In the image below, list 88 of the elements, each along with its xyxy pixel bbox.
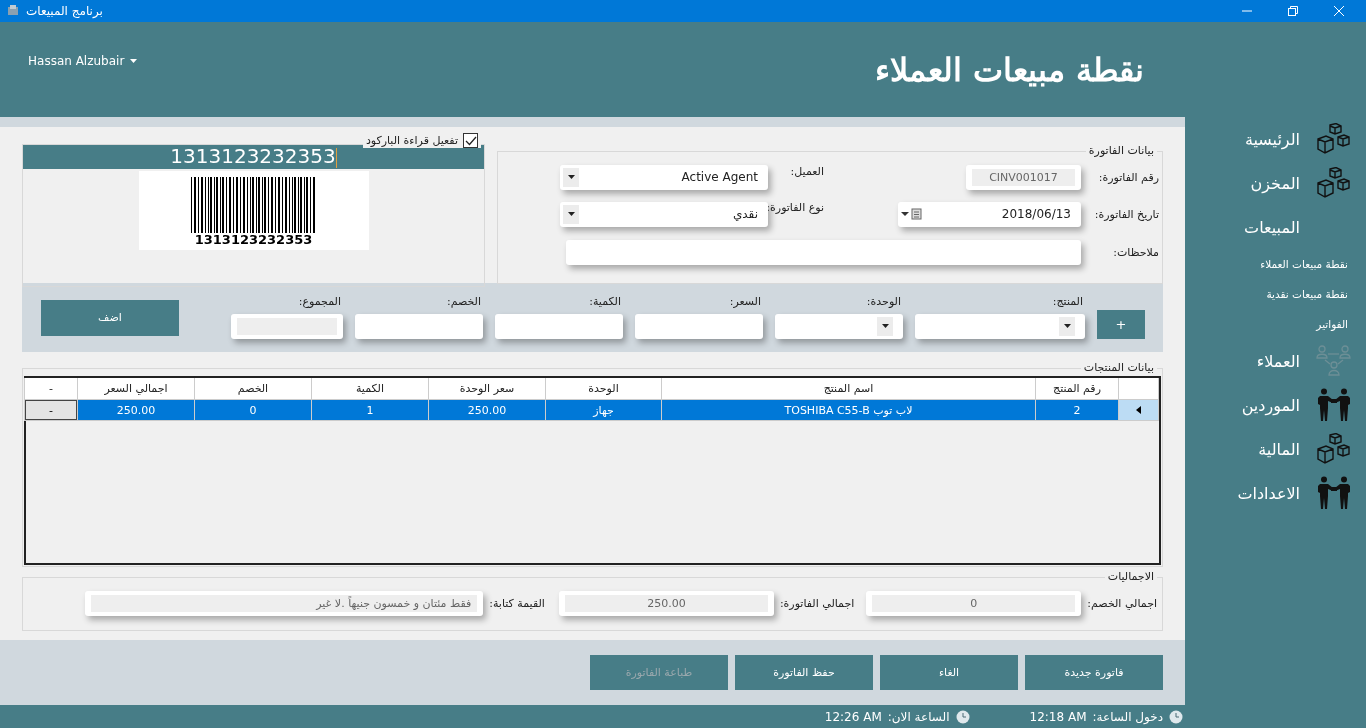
barcode-number: 1313123232353 (194, 233, 313, 247)
invoice-number-field: CINV001017 (966, 164, 1081, 190)
sidebar-item[interactable]: المخزن (1185, 161, 1366, 205)
field-label: اجمالي الخصم: (1087, 597, 1157, 610)
field-label: رقم الفاتورة: (1097, 170, 1160, 184)
action-button[interactable]: فاتورة جديدة (1025, 655, 1163, 690)
customer-dropdown[interactable]: Active Agent (560, 164, 768, 190)
app-icon (6, 4, 20, 18)
field-label: الخصم: (445, 294, 482, 308)
total-field: 250.00 (558, 591, 774, 616)
field-label: الوحدة: (865, 294, 902, 308)
table-cell: 1 (311, 399, 429, 421)
table-cell: 250.00 (428, 399, 546, 421)
dropdown-field[interactable] (915, 313, 1085, 339)
field-label: اجمالي الفاتورة: (779, 597, 855, 610)
notes-field[interactable] (566, 239, 1081, 265)
checkbox[interactable] (463, 133, 478, 148)
table-cell: لاب توب TOSHIBA C55-B (661, 399, 1036, 421)
sidebar-item[interactable]: الاعدادات (1185, 471, 1366, 515)
two-people-icon (1318, 388, 1350, 422)
table-cell: 2 (1035, 399, 1119, 421)
field-label: الكمية: (588, 294, 622, 308)
user-menu[interactable]: Hassan Alzubair (28, 53, 138, 68)
date-field[interactable]: 2018/06/13 (898, 201, 1081, 227)
sidebar-subitem[interactable]: الفواتير (1185, 309, 1366, 339)
boxes-icon (1317, 433, 1351, 465)
sidebar-subitem[interactable]: نقطة مبيعات نقدية (1185, 279, 1366, 309)
sidebar-item[interactable]: العملاء (1185, 339, 1366, 383)
row-pointer-icon (1136, 406, 1141, 414)
group-title: الاجماليات (1104, 569, 1157, 584)
table-cell: 0 (194, 399, 312, 421)
group-title: بيانات المنتجات (1080, 360, 1157, 375)
column-header: - (24, 378, 78, 400)
status-label: دخول الساعة: (1092, 709, 1163, 724)
table-cell: جهاز (545, 399, 662, 421)
field-label: المنتج: (1051, 294, 1084, 308)
group-title: بيانات الفاتورة (1085, 143, 1157, 158)
input-field[interactable] (355, 313, 483, 339)
field-label: السعر: (728, 294, 762, 308)
boxes-icon (1317, 167, 1351, 199)
clock-icon (955, 709, 970, 724)
column-header: الخصم (194, 378, 312, 400)
add-button[interactable]: اضف (41, 299, 179, 336)
table-cell: 250.00 (77, 399, 195, 421)
action-button[interactable]: الغاء (880, 655, 1018, 690)
status-label: الساعة الان: (887, 709, 950, 724)
status-time: 12:26 AM (824, 709, 882, 724)
column-header: الكمية (311, 378, 429, 400)
field-label: القيمة كتابة: (489, 597, 545, 610)
column-header: رقم المنتج (1035, 378, 1119, 400)
invoice-type-dropdown[interactable]: نقدي (560, 201, 768, 227)
remove-row-button[interactable]: - (25, 400, 77, 420)
field-label: العميل: (789, 164, 825, 178)
total-field: فقط مئتان و خمسون جنيهاً .لا غير (85, 591, 484, 616)
close-icon[interactable] (1334, 6, 1344, 16)
sidebar-item[interactable]: المالية (1185, 427, 1366, 471)
new-product-button[interactable]: + (1097, 310, 1145, 339)
column-header: الوحدة (545, 378, 662, 400)
status-time: 12:18 AM (1029, 709, 1087, 724)
calendar-dropdown-icon (901, 208, 923, 220)
field-label: ملاحظات: (1112, 245, 1160, 259)
column-header: اجمالي السعر (77, 378, 195, 400)
maximize-icon[interactable] (1288, 6, 1298, 16)
column-header: سعر الوحدة (428, 378, 546, 400)
sidebar-item[interactable]: الموردين (1185, 383, 1366, 427)
input-field[interactable] (635, 313, 763, 339)
people-network-icon (1316, 345, 1352, 377)
sidebar-subitem[interactable]: نقطة مبيعات العملاء (1185, 249, 1366, 279)
total-field: 0 (866, 591, 1082, 616)
clock-icon (1169, 709, 1183, 724)
field-label: تاريخ الفاتورة: (1093, 207, 1160, 221)
caret-icon (881, 324, 889, 328)
input-field[interactable] (495, 313, 623, 339)
boxes-icon (1317, 123, 1351, 155)
page-title: نقطة مبيعات العملاء (874, 50, 1144, 89)
dropdown-field[interactable] (775, 313, 903, 339)
field-label: نوع الفاتورة: (765, 200, 825, 214)
field-label: المجموع: (297, 294, 342, 308)
caret-icon (567, 175, 575, 179)
caret-icon (130, 58, 138, 63)
caret-icon (1063, 324, 1071, 328)
column-header: اسم المنتج (661, 378, 1036, 400)
caret-icon (567, 212, 575, 216)
sidebar-item[interactable]: المبيعات (1185, 205, 1366, 249)
sidebar-item[interactable]: الرئيسية (1185, 117, 1366, 161)
window-title: برنامج المبيعات (26, 4, 103, 18)
two-people-icon (1318, 476, 1350, 510)
action-button[interactable]: حفظ الفاتورة (735, 655, 873, 690)
